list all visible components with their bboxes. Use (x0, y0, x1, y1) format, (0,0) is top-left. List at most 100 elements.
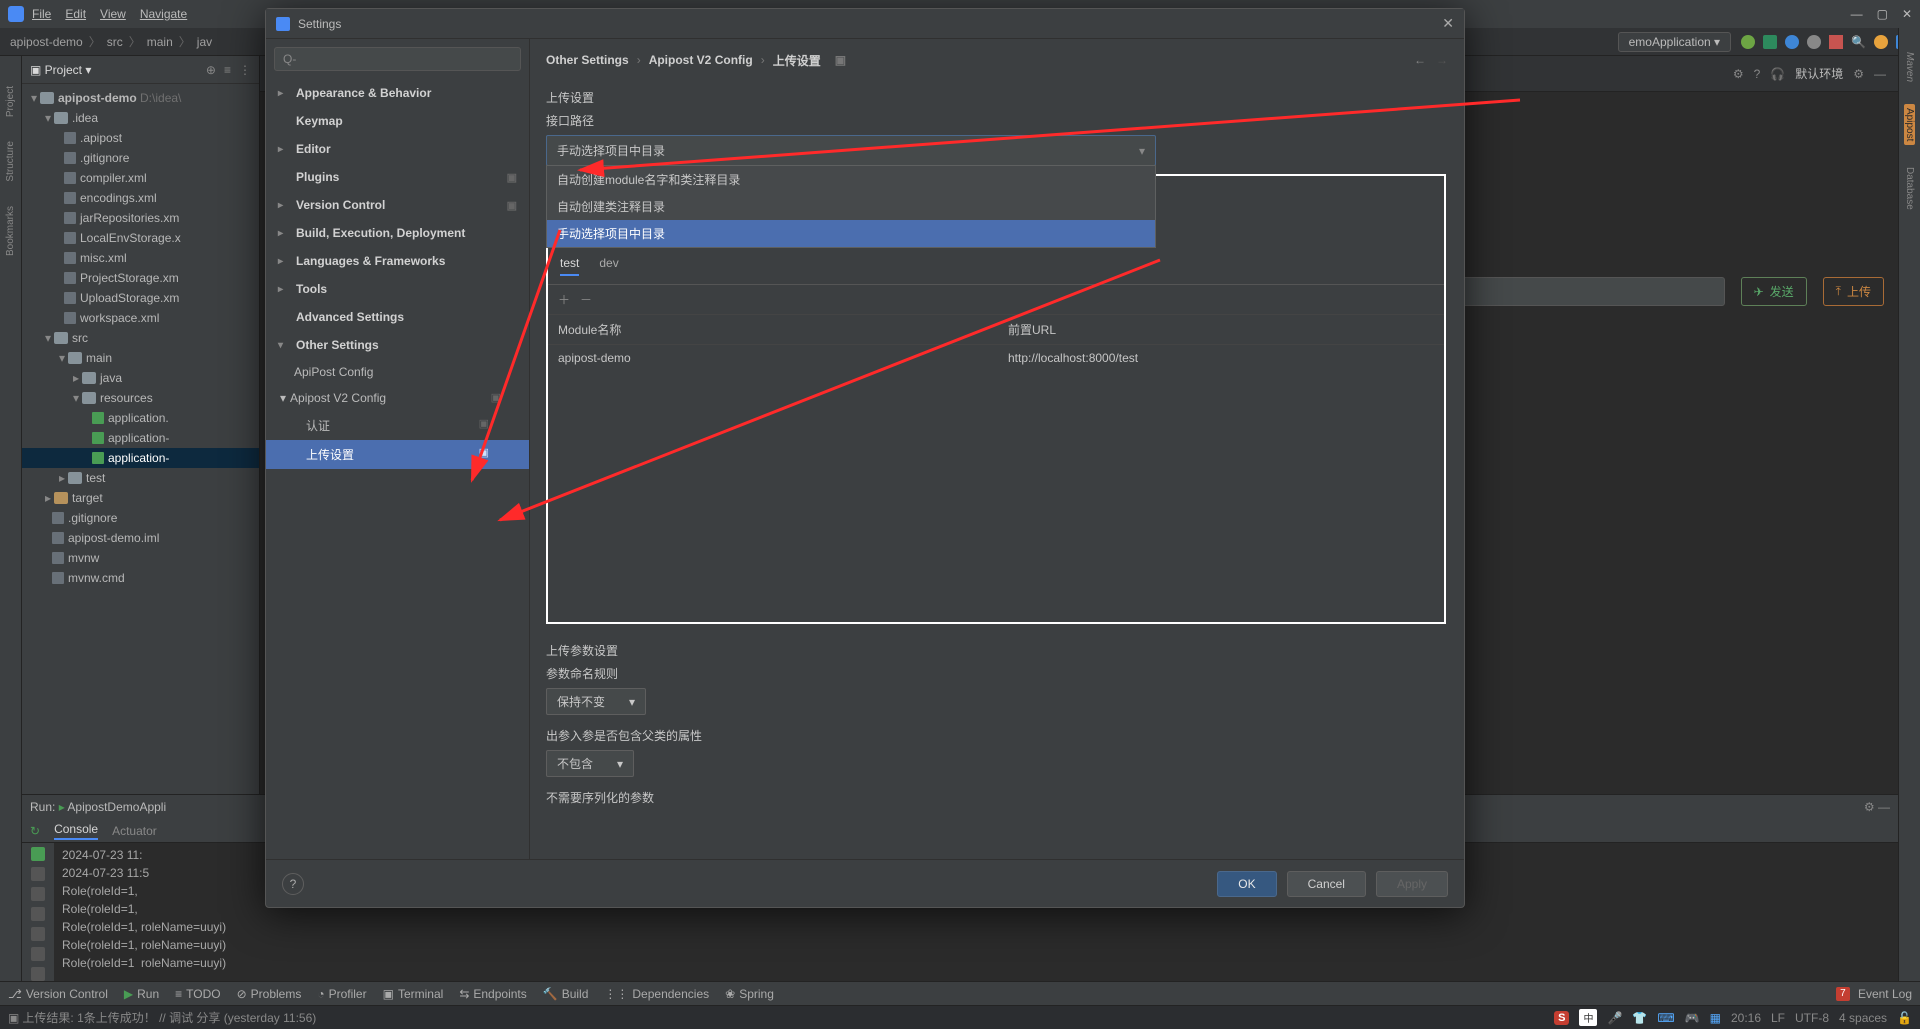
tree-test[interactable]: test (86, 471, 105, 485)
stop-icon[interactable] (1829, 35, 1843, 49)
sb-profiler[interactable]: ◔ Profiler (317, 987, 366, 1001)
stripe-bookmarks[interactable]: Bookmarks (5, 206, 16, 256)
parent-combo[interactable]: 不包含▾ (546, 750, 634, 777)
cat-advanced[interactable]: Advanced Settings (266, 303, 529, 331)
cat-vcs[interactable]: ▸Version Control▣ (266, 191, 529, 219)
cat-other[interactable]: ▾Other Settings (266, 331, 529, 359)
apply-button[interactable]: Apply (1376, 871, 1448, 897)
trash-icon[interactable] (31, 967, 45, 981)
sb-terminal[interactable]: ▣ Terminal (383, 987, 444, 1001)
tree-src[interactable]: src (72, 331, 88, 345)
env-select[interactable]: 默认环境 (1795, 65, 1843, 82)
td-module[interactable]: apipost-demo (548, 345, 998, 371)
down-icon[interactable] (31, 887, 45, 901)
cat-editor[interactable]: ▸Editor (266, 135, 529, 163)
tree-item[interactable]: application- (108, 431, 169, 445)
tree-target[interactable]: target (72, 491, 103, 505)
softwrap-icon[interactable] (31, 907, 45, 921)
dlg-bread-v2[interactable]: Apipost V2 Config (649, 53, 753, 67)
panel-gear-icon[interactable]: ⚙ (1853, 67, 1864, 81)
ok-button[interactable]: OK (1217, 871, 1276, 897)
settings-search-input[interactable]: Q- (274, 47, 521, 71)
tree-item[interactable]: misc.xml (80, 251, 127, 265)
tree-java[interactable]: java (100, 371, 122, 385)
cat-tools[interactable]: ▸Tools (266, 275, 529, 303)
ime-skin-icon[interactable]: 👕 (1632, 1011, 1647, 1025)
sb-problems[interactable]: ⊘ Problems (237, 987, 302, 1001)
gear-icon[interactable]: ⚙ (1733, 67, 1744, 81)
sb-lf[interactable]: LF (1771, 1011, 1785, 1025)
stripe-structure[interactable]: Structure (5, 141, 16, 182)
td-url[interactable]: http://localhost:8000/test (998, 345, 1444, 371)
sub-auth[interactable]: 认证▣ (266, 411, 529, 440)
tree-item at[interactable]: application. (108, 411, 169, 425)
breadcrumb-java[interactable]: jav (197, 35, 212, 49)
help-icon[interactable]: ? (282, 873, 304, 895)
tree-item[interactable]: apipost-demo.iml (68, 531, 159, 545)
tab-actuator[interactable]: Actuator (112, 824, 157, 838)
nav-back-icon[interactable]: ← (1414, 53, 1426, 67)
combo-opt-b[interactable]: 自动创建类注释目录 (547, 193, 1155, 220)
stripe-database[interactable]: Database (1904, 163, 1915, 214)
cat-keymap[interactable]: Keymap (266, 107, 529, 135)
sb-spaces[interactable]: 4 spaces (1839, 1011, 1887, 1025)
breadcrumb-src[interactable]: src (107, 35, 123, 49)
ai-icon[interactable] (1874, 35, 1888, 49)
tree-item[interactable]: .gitignore (80, 151, 129, 165)
window-maximize-icon[interactable]: ▢ (1877, 7, 1888, 21)
rerun-icon[interactable] (31, 847, 45, 861)
combo-opt-a[interactable]: 自动创建module名字和类注释目录 (547, 166, 1155, 193)
tree-idea[interactable]: .idea (72, 111, 98, 125)
env-tab-test[interactable]: test (560, 256, 579, 276)
stripe-apipost[interactable]: Apipost (1904, 104, 1915, 145)
path-combo[interactable]: 手动选择项目中目录▾ 自动创建module名字和类注释目录 自动创建类注释目录 … (546, 135, 1156, 166)
tree-resources[interactable]: resources (100, 391, 153, 405)
sub-apipost[interactable]: ApiPost Config (266, 359, 529, 385)
sb-deps[interactable]: ⋮⋮ Dependencies (604, 987, 709, 1001)
eventlog-badge[interactable]: 7 (1836, 987, 1850, 1001)
breadcrumb[interactable]: apipost-demo〉 src〉 main〉 jav (10, 33, 212, 50)
tree-item[interactable]: jarRepositories.xm (80, 211, 179, 225)
sb-build[interactable]: 🔨 Build (543, 987, 589, 1001)
breadcrumb-main[interactable]: main (147, 35, 173, 49)
sb-run[interactable]: ▶ Run (124, 987, 159, 1001)
menu-navigate[interactable]: Navigate (140, 7, 187, 21)
run-rerun-icon[interactable]: ↻ (30, 824, 40, 838)
breadcrumb-root[interactable]: apipost-demo (10, 35, 83, 49)
tree-item[interactable]: mvnw.cmd (68, 571, 125, 585)
sb-enc[interactable]: UTF-8 (1795, 1011, 1829, 1025)
dlg-bread-other[interactable]: Other Settings (546, 53, 629, 67)
run-gear-icon[interactable]: ⚙ — (1864, 800, 1890, 814)
tree-item[interactable]: .apipost (80, 131, 122, 145)
menu-file[interactable]: File (32, 7, 51, 21)
cat-plugins[interactable]: Plugins▣ (266, 163, 529, 191)
up-icon[interactable] (31, 867, 45, 881)
cancel-button[interactable]: Cancel (1287, 871, 1366, 897)
panel-min-icon[interactable]: — (1874, 67, 1886, 81)
tree-item[interactable]: UploadStorage.xm (80, 291, 179, 305)
tab-console[interactable]: Console (54, 822, 98, 840)
headphone-icon[interactable]: 🎧 (1770, 67, 1785, 81)
tree-item-selected[interactable]: application- (108, 451, 169, 465)
cat-build[interactable]: ▸Build, Execution, Deployment (266, 219, 529, 247)
ime-voice-icon[interactable]: 🎤 (1607, 1011, 1622, 1025)
ime-keyboard-icon[interactable]: ⌨ (1657, 1011, 1674, 1025)
sb-eventlog[interactable]: Event Log (1858, 987, 1912, 1001)
tree-item[interactable]: mvnw (68, 551, 99, 565)
sb-todo[interactable]: ≡ TODO (175, 987, 220, 1001)
ime-lang[interactable]: 中 (1579, 1009, 1597, 1026)
run-config-select[interactable]: emoApplication ▾ (1618, 32, 1731, 52)
ime-logo-icon[interactable]: S (1554, 1011, 1569, 1025)
window-minimize-icon[interactable]: — (1851, 7, 1863, 21)
sub-apipostv2[interactable]: ▾Apipost V2 Config▣ (266, 385, 529, 411)
param-rule-combo[interactable]: 保持不变▾ (546, 688, 646, 715)
combo-opt-c[interactable]: 手动选择项目中目录 (547, 220, 1155, 247)
search-icon[interactable]: 🔍 (1851, 35, 1866, 49)
add-row-icon[interactable]: ＋ (558, 291, 570, 308)
profile-icon[interactable] (1807, 35, 1821, 49)
window-close-icon[interactable]: ✕ (1902, 7, 1912, 21)
stripe-project[interactable]: Project (5, 86, 16, 117)
debug-icon[interactable] (1763, 35, 1777, 49)
tree-item[interactable]: .gitignore (68, 511, 117, 525)
send-button[interactable]: ✈ 发送 (1741, 277, 1807, 306)
